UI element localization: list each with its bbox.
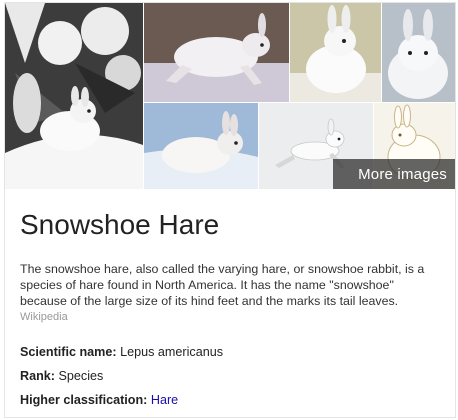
fact-value: Lepus americanus (120, 345, 224, 359)
more-images-button[interactable]: More images (333, 159, 455, 189)
wikipedia-source-link[interactable]: Wikipedia (20, 311, 68, 323)
knowledge-panel: More images Snowshoe Hare The snowshoe h… (4, 2, 456, 418)
fact-value: Species (58, 369, 104, 383)
snowshoe-hare-snow-image (144, 103, 258, 189)
hare-classification-link[interactable]: Hare (151, 393, 178, 407)
fact-label: Scientific name: (20, 345, 117, 359)
gallery-image-4[interactable] (382, 3, 455, 102)
fact-label: Rank: (20, 369, 55, 383)
snowshoe-hare-running-image (144, 3, 289, 102)
fact-higher-classification: Higher classification: Hare (20, 393, 178, 407)
fact-label: Higher classification: (20, 393, 148, 407)
gallery-image-2[interactable] (144, 3, 289, 102)
more-images-label: More images (358, 166, 447, 183)
snowshoe-hare-sitting-image (290, 3, 381, 102)
snowshoe-hare-closeup-image (382, 3, 455, 102)
gallery-image-3[interactable] (290, 3, 381, 102)
fact-scientific-name: Scientific name: Lepus americanus (20, 345, 223, 359)
image-gallery: More images (5, 3, 455, 189)
fact-rank: Rank: Species (20, 369, 103, 383)
snowshoe-hare-tree-image (5, 3, 143, 189)
entity-title: Snowshoe Hare (20, 209, 220, 240)
gallery-image-5[interactable] (144, 103, 258, 189)
entity-description: The snowshoe hare, also called the varyi… (20, 262, 425, 308)
gallery-image-1[interactable] (5, 3, 143, 189)
